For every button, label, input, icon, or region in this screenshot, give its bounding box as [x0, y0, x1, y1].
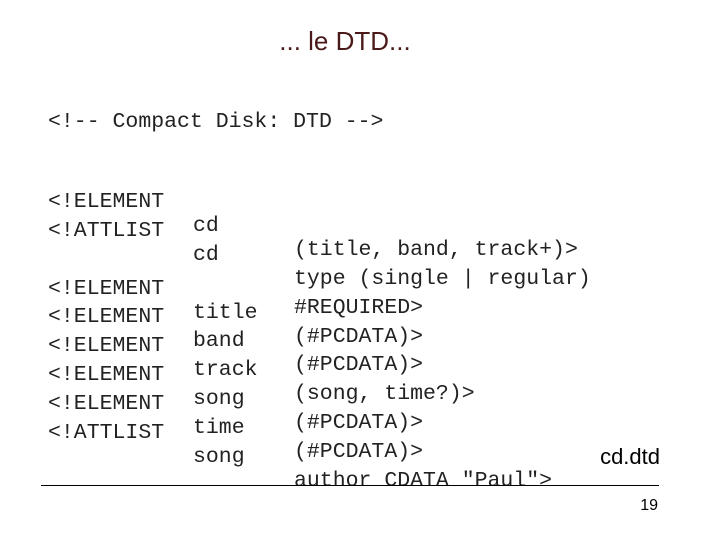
dtd-name: cd	[193, 243, 219, 267]
slide-title: ... le DTD...	[279, 26, 411, 56]
dtd-content: (#PCDATA)>	[294, 353, 424, 377]
dtd-content: author CDATA "Paul">	[294, 469, 553, 493]
dtd-content: (#PCDATA)>	[294, 325, 424, 349]
dtd-keyword: <!ATTLIST	[48, 421, 165, 445]
dtd-name: band	[193, 329, 245, 353]
footer-divider	[41, 485, 659, 486]
dtd-name: cd	[193, 214, 219, 238]
dtd-name: time	[193, 416, 245, 440]
dtd-content: (#PCDATA)>	[294, 440, 424, 464]
dtd-content: (song, time?)>	[294, 382, 475, 406]
dtd-content: (#PCDATA)>	[294, 411, 424, 435]
dtd-name: song	[193, 445, 245, 469]
dtd-comment: <!-- Compact Disk: DTD -->	[48, 110, 384, 134]
dtd-name: title	[193, 301, 258, 325]
dtd-name: song	[193, 387, 245, 411]
dtd-content: #REQUIRED>	[294, 296, 424, 320]
dtd-content: type (single | regular)	[294, 267, 591, 291]
page-number: 19	[640, 497, 658, 514]
dtd-content: (title, band, track+)>	[294, 238, 578, 262]
dtd-line: <!ATTLIST song author CDATA "Paul">	[48, 397, 552, 517]
dtd-name: track	[193, 358, 258, 382]
filename-label: cd.dtd	[600, 444, 660, 469]
